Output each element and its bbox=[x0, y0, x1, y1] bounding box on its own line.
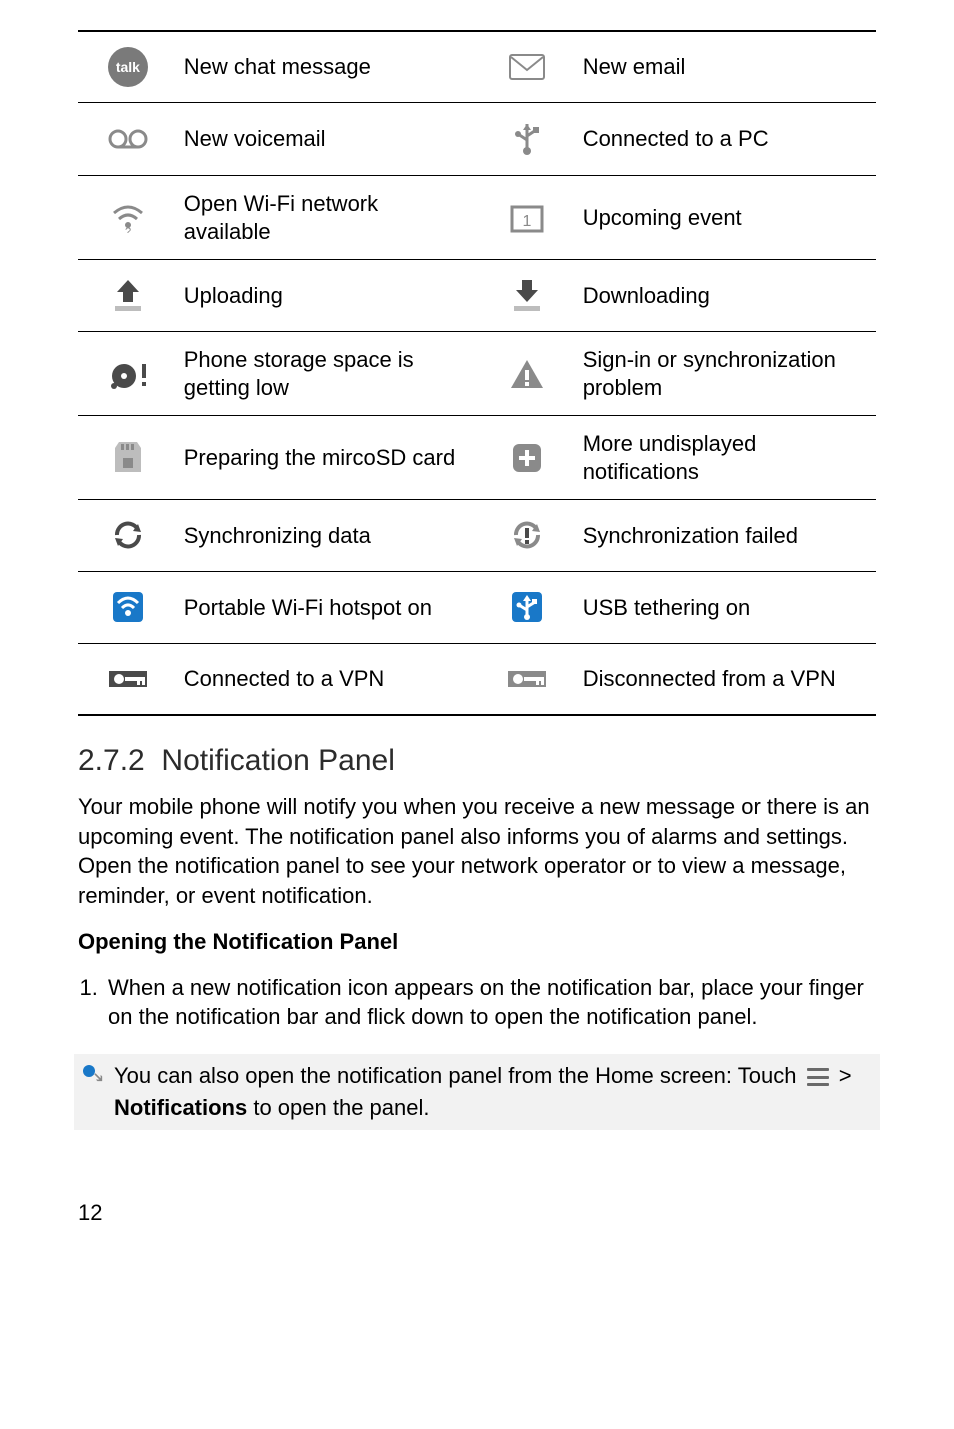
icon-label: Synchronizing data bbox=[178, 500, 477, 572]
table-row: Phone storage space is getting low Sign-… bbox=[78, 332, 876, 416]
tip-tail: to open the panel. bbox=[247, 1095, 429, 1120]
table-row: Synchronizing data Synchronization faile… bbox=[78, 500, 876, 572]
steps-list: When a new notification icon appears on … bbox=[78, 973, 876, 1032]
usb-tether-icon bbox=[506, 586, 548, 628]
subsection-heading: Opening the Notification Panel bbox=[78, 929, 876, 955]
warning-icon bbox=[506, 353, 548, 395]
icon-label: Connected to a VPN bbox=[178, 644, 477, 716]
icon-label: More undisplayed notifications bbox=[577, 416, 876, 500]
section-number: 2.7.2 bbox=[78, 744, 145, 777]
table-row: Uploading Downloading bbox=[78, 260, 876, 332]
icon-label: Uploading bbox=[178, 260, 477, 332]
email-icon bbox=[506, 46, 548, 88]
icon-label: New chat message bbox=[178, 31, 477, 103]
icon-label: Upcoming event bbox=[577, 176, 876, 260]
notification-icons-table: talk New chat message New email New voic… bbox=[78, 30, 876, 716]
svg-text:?: ? bbox=[125, 226, 131, 233]
sync-failed-icon bbox=[506, 514, 548, 556]
vpn-disconnected-icon bbox=[506, 658, 548, 700]
tip-icon: ➔ bbox=[74, 1060, 114, 1096]
menu-icon bbox=[807, 1068, 829, 1086]
icon-label: Sign-in or synchronization problem bbox=[577, 332, 876, 416]
icon-label: Open Wi-Fi network available bbox=[178, 176, 477, 260]
icon-label: Portable Wi-Fi hotspot on bbox=[178, 572, 477, 644]
talk-icon: talk bbox=[107, 46, 149, 88]
tip-text-pre: You can also open the notification panel… bbox=[114, 1063, 803, 1088]
table-row: ? Open Wi-Fi network available 1 Upcomin… bbox=[78, 176, 876, 260]
hotspot-icon bbox=[107, 586, 149, 628]
tip-block: ➔ You can also open the notification pan… bbox=[74, 1054, 880, 1130]
section-heading: 2.7.2 Notification Panel bbox=[78, 744, 876, 778]
table-row: talk New chat message New email bbox=[78, 31, 876, 103]
section-title-text: Notification Panel bbox=[161, 744, 394, 777]
sd-card-icon bbox=[107, 436, 149, 478]
tip-text: You can also open the notification panel… bbox=[114, 1060, 876, 1124]
icon-label: Synchronization failed bbox=[577, 500, 876, 572]
more-notifications-icon bbox=[506, 437, 548, 479]
upload-icon bbox=[107, 274, 149, 316]
document-page: talk New chat message New email New voic… bbox=[0, 0, 954, 1266]
page-number: 12 bbox=[78, 1200, 876, 1226]
sync-icon bbox=[107, 514, 149, 556]
download-icon bbox=[506, 274, 548, 316]
wifi-open-icon: ? bbox=[107, 197, 149, 239]
icon-label: USB tethering on bbox=[577, 572, 876, 644]
icon-label: New email bbox=[577, 31, 876, 103]
section-paragraph: Your mobile phone will notify you when y… bbox=[78, 792, 876, 911]
storage-low-icon bbox=[107, 353, 149, 395]
list-item: When a new notification icon appears on … bbox=[104, 973, 876, 1032]
icon-label: New voicemail bbox=[178, 103, 477, 176]
tip-bold: Notifications bbox=[114, 1095, 247, 1120]
table-row: Portable Wi-Fi hotspot on USB tethering … bbox=[78, 572, 876, 644]
table-row: New voicemail Connected to a PC bbox=[78, 103, 876, 176]
icon-label: Disconnected from a VPN bbox=[577, 644, 876, 716]
usb-icon bbox=[506, 117, 548, 159]
svg-text:1: 1 bbox=[522, 213, 531, 230]
table-row: Connected to a VPN Disconnected from a V… bbox=[78, 644, 876, 716]
icon-label: Connected to a PC bbox=[577, 103, 876, 176]
table-row: Preparing the mircoSD card More undispla… bbox=[78, 416, 876, 500]
voicemail-icon bbox=[107, 118, 149, 160]
vpn-connected-icon bbox=[107, 658, 149, 700]
icon-label: Preparing the mircoSD card bbox=[178, 416, 477, 500]
icon-label: Phone storage space is getting low bbox=[178, 332, 477, 416]
icon-label: Downloading bbox=[577, 260, 876, 332]
calendar-icon: 1 bbox=[506, 197, 548, 239]
tip-gt: > bbox=[839, 1063, 852, 1088]
